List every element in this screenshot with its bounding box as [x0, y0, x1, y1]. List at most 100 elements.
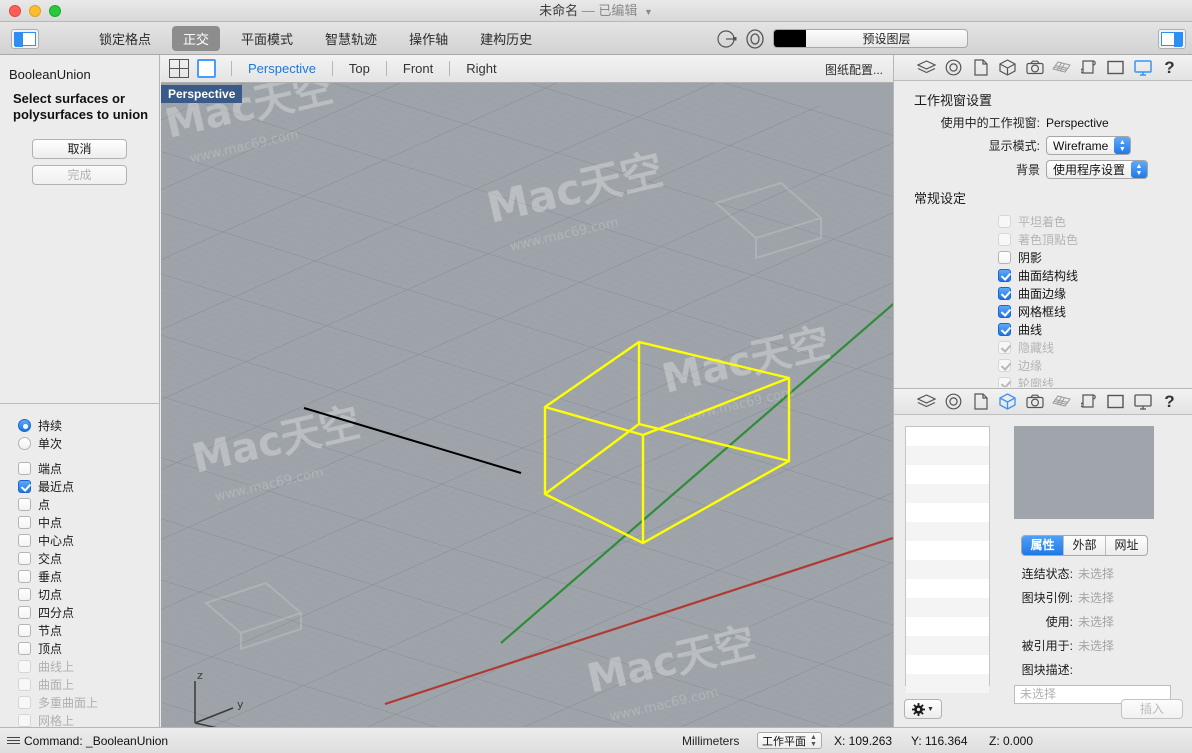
checkbox-icon[interactable]	[18, 623, 31, 637]
checkbox-icon[interactable]	[18, 515, 31, 529]
option-edges[interactable]: 边缘	[894, 356, 1192, 374]
toolbar-item-ortho[interactable]: 正交	[172, 26, 221, 51]
layout-config-button[interactable]: 图纸配置...	[825, 61, 883, 78]
osnap-mode-persistent[interactable]: 持续	[18, 416, 160, 434]
osnap-item-onpolysurface[interactable]: 多重曲面上	[18, 693, 160, 711]
layer-target-icon[interactable]	[744, 28, 766, 50]
list-item[interactable]	[906, 560, 989, 579]
checkbox-icon[interactable]	[998, 250, 1011, 264]
option-vertex-color[interactable]: 著色頂點色	[894, 230, 1192, 248]
cube-icon[interactable]	[997, 392, 1018, 412]
mesh-icon[interactable]	[1051, 392, 1072, 412]
option-mesh-wires[interactable]: 网格框线	[894, 302, 1192, 320]
osnap-item-point[interactable]: 点	[18, 495, 160, 513]
page-icon[interactable]	[970, 392, 991, 412]
toolbar-item-planar[interactable]: 平面模式	[230, 26, 304, 51]
option-curves[interactable]: 曲线	[894, 320, 1192, 338]
checkbox-icon[interactable]	[18, 533, 31, 547]
checkbox-icon[interactable]	[18, 605, 31, 619]
display-icon[interactable]	[1132, 392, 1153, 412]
osnap-item-perpendicular[interactable]: 垂点	[18, 567, 160, 585]
left-panel-toggle-button[interactable]	[11, 29, 39, 49]
display-icon[interactable]	[1132, 58, 1153, 78]
list-item[interactable]	[906, 617, 989, 636]
osnap-item-knot[interactable]: 节点	[18, 621, 160, 639]
radio-icon[interactable]	[18, 436, 31, 450]
rectangle-icon[interactable]	[1105, 58, 1126, 78]
radio-icon[interactable]	[18, 418, 31, 432]
list-item[interactable]	[906, 522, 989, 541]
menu-icon[interactable]	[7, 735, 20, 746]
osnap-item-end[interactable]: 端点	[18, 459, 160, 477]
viewport-tab-perspective[interactable]: Perspective	[244, 61, 320, 76]
camera-icon[interactable]	[1024, 392, 1045, 412]
cplane-select[interactable]: 工作平面 ▲ ▼	[757, 732, 822, 749]
osnap-item-mid[interactable]: 中点	[18, 513, 160, 531]
option-shadows[interactable]: 阴影	[894, 248, 1192, 266]
list-item[interactable]	[906, 655, 989, 674]
viewport-tab-front[interactable]: Front	[399, 61, 437, 76]
rectangle-icon[interactable]	[1105, 392, 1126, 412]
option-hidden-lines[interactable]: 隐藏线	[894, 338, 1192, 356]
list-item[interactable]	[906, 674, 989, 693]
checkbox-icon[interactable]	[998, 268, 1011, 282]
toolbar-item-gumball[interactable]: 操作轴	[398, 26, 459, 51]
checkbox-icon[interactable]	[18, 587, 31, 601]
checkbox-icon[interactable]	[18, 497, 31, 511]
help-icon[interactable]: ?	[1159, 392, 1180, 412]
option-surface-edges[interactable]: 曲面边缘	[894, 284, 1192, 302]
checkbox-icon[interactable]	[18, 569, 31, 583]
osnap-item-oncurve[interactable]: 曲线上	[18, 657, 160, 675]
done-button[interactable]: 完成	[32, 165, 127, 185]
cube-icon[interactable]	[997, 58, 1018, 78]
osnap-item-intersection[interactable]: 交点	[18, 549, 160, 567]
viewport-name-label[interactable]: Perspective	[161, 85, 243, 103]
page-icon[interactable]	[970, 58, 991, 78]
settings-menu-button[interactable]: ▼	[904, 699, 942, 719]
osnap-item-vertex[interactable]: 顶点	[18, 639, 160, 657]
scroll-icon[interactable]	[1078, 58, 1099, 78]
checkbox-icon[interactable]	[998, 286, 1011, 300]
camera-icon[interactable]	[1024, 58, 1045, 78]
single-view-layout-icon[interactable]	[197, 58, 219, 79]
checkbox-icon[interactable]	[998, 322, 1011, 336]
cancel-button[interactable]: 取消	[32, 139, 127, 159]
right-panel-toggle-button[interactable]	[1158, 29, 1186, 49]
list-item[interactable]	[906, 465, 989, 484]
record-history-icon[interactable]	[715, 28, 737, 50]
list-item[interactable]	[906, 503, 989, 522]
help-icon[interactable]: ?	[1159, 58, 1180, 78]
scroll-icon[interactable]	[1078, 392, 1099, 412]
layers-icon[interactable]	[916, 392, 937, 412]
chevron-down-icon[interactable]: ▼	[644, 7, 653, 17]
checkbox-icon[interactable]	[18, 641, 31, 655]
viewport-canvas[interactable]: Mac天空 Mac天空 Mac天空 Mac天空 Mac天空 www.mac69.…	[161, 83, 893, 727]
list-item[interactable]	[906, 484, 989, 503]
four-view-layout-icon[interactable]	[169, 58, 191, 79]
option-flat-shading[interactable]: 平坦着色	[894, 212, 1192, 230]
layers-icon[interactable]	[916, 58, 937, 78]
list-item[interactable]	[906, 579, 989, 598]
viewport-tab-right[interactable]: Right	[462, 61, 500, 76]
tab-url[interactable]: 网址	[1106, 536, 1147, 555]
list-item[interactable]	[906, 636, 989, 655]
list-item[interactable]	[906, 541, 989, 560]
tab-external[interactable]: 外部	[1064, 536, 1106, 555]
current-layer-widget[interactable]: 预设图层	[773, 29, 968, 48]
osnap-item-onsurface[interactable]: 曲面上	[18, 675, 160, 693]
checkbox-icon[interactable]	[18, 461, 31, 475]
layer-color-swatch[interactable]	[774, 30, 806, 47]
osnap-item-quadrant[interactable]: 四分点	[18, 603, 160, 621]
osnap-item-center[interactable]: 中心点	[18, 531, 160, 549]
checkbox-icon[interactable]	[18, 551, 31, 565]
tab-properties[interactable]: 属性	[1022, 536, 1064, 555]
list-item[interactable]	[906, 427, 989, 446]
checkbox-icon[interactable]	[18, 479, 31, 493]
osnap-mode-onetime[interactable]: 单次	[18, 434, 160, 452]
background-select[interactable]: 使用程序设置 ▲ ▼	[1046, 160, 1149, 179]
list-item[interactable]	[906, 446, 989, 465]
display-mode-select[interactable]: Wireframe ▲ ▼	[1046, 136, 1132, 155]
target-icon[interactable]	[943, 392, 964, 412]
block-definition-list[interactable]	[905, 426, 990, 693]
insert-button[interactable]: 插入	[1121, 699, 1183, 719]
